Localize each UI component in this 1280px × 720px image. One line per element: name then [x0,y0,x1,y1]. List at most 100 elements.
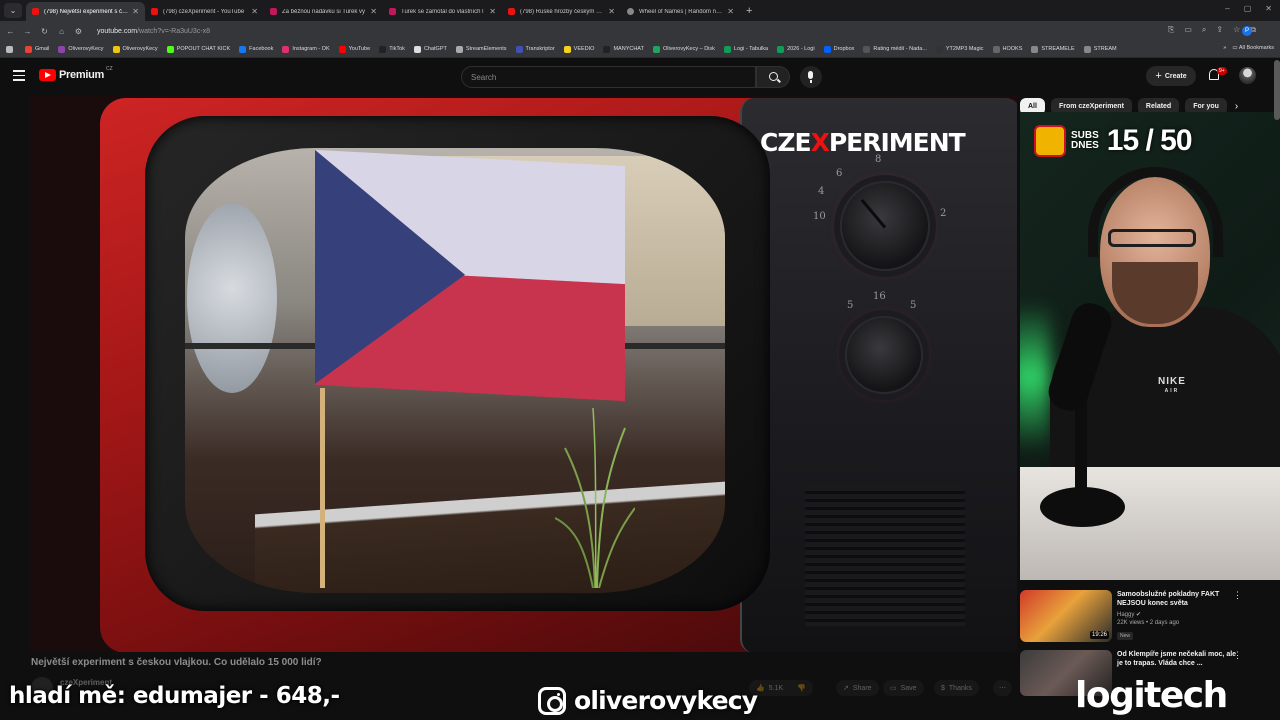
bookmark-item[interactable]: MANYCHAT [603,45,644,53]
volume-dial [845,316,923,394]
translate-icon[interactable]: ⎘ [1168,25,1174,35]
bookmark-item[interactable]: OliverovyKecy [58,45,104,53]
save-button[interactable]: ▭ Save [883,680,924,696]
browser-profile-avatar[interactable]: P [1242,26,1252,36]
chevron-right-icon[interactable]: › [1235,101,1238,112]
youtube-premium-logo[interactable]: Premium CZ [39,66,113,81]
bookmark-item[interactable]: Transkriptor [515,45,555,53]
tab-search-button[interactable]: ⌄ [4,3,22,18]
bookmark-item[interactable]: POPOUT CHAT KICK [166,45,230,53]
site-info-icon[interactable]: ⚙ [72,27,85,36]
video-title[interactable]: Samoobslužné pokladny FAKT NEJSOU konec … [1117,590,1241,609]
bookmark-label: Facebook [249,46,274,52]
bookmark-item[interactable]: Logi - Tabulka [723,45,768,53]
browser-tab[interactable]: (798) Největší experiment s čes ✕ [26,2,145,21]
more-icon[interactable]: ⋯ [993,680,1012,696]
shirt-logo: NIKE AIR [1158,376,1186,394]
video-title[interactable]: Od Klempíře jsme nečekali moc, ale je to… [1117,650,1241,669]
reload-icon[interactable]: ↻ [38,27,51,36]
browser-tab[interactable]: Turek se zamotal do vlastních l ✕ [383,2,502,21]
share-icon[interactable]: ⇪ [1216,25,1223,35]
instagram-handle: oliverovykecy [538,686,758,715]
video-player[interactable]: 8 6 4 2 10 5 16 5 CZEXPERIMENT [30,96,1017,652]
bookmark-label: STREAMELE [1041,46,1075,52]
close-window-button[interactable]: ✕ [1265,4,1272,13]
more-actions-icon[interactable]: ⋮ [1233,650,1242,661]
dial-number: 4 [818,186,825,197]
bookmark-item[interactable]: Instagram - OK [282,45,330,53]
bookmark-icon [777,45,785,53]
menu-icon[interactable] [13,70,25,84]
browser-tab[interactable]: (798) Ruské hrozby českým zbr ✕ [502,2,621,21]
bookmark-label: HOOKS [1002,46,1023,52]
zoom-icon[interactable]: ⌕ [1202,25,1206,35]
bookmark-item[interactable]: OliverovyKecy – Disk [652,45,715,53]
apps-icon[interactable] [6,45,16,53]
video-thumbnail[interactable]: 19:26 [1020,590,1112,642]
search-input[interactable]: Search [461,66,756,88]
bookmark-item[interactable]: HOOKS [992,45,1023,53]
bookmark-label: STREAM [1093,46,1117,52]
bookmark-icon [239,45,247,53]
close-tab-icon[interactable]: ✕ [489,7,496,16]
bookmark-icon [563,45,571,53]
bookmark-label: OliverovyKecy [68,46,104,52]
bookmark-item[interactable]: VEEDIO [563,45,594,53]
account-avatar[interactable] [1239,67,1256,84]
close-tab-icon[interactable]: ✕ [370,7,377,16]
bookmark-star-icon[interactable]: ☆ [1233,25,1240,35]
bookmark-item[interactable]: Rating médií - Nada... [863,45,927,53]
browser-tab[interactable]: (798) czeXperiment - YouTube ✕ [145,2,264,21]
bookmark-item[interactable]: STREAMELE [1031,45,1075,53]
bookmark-item[interactable]: TikTok [379,45,405,53]
page-scrollbar[interactable] [1274,60,1280,120]
voice-search-icon[interactable] [800,66,822,88]
channel-name[interactable]: Haggy ✔ [1117,611,1141,618]
bookmark-item[interactable]: OliverovyKecy [112,45,158,53]
close-tab-icon[interactable]: ✕ [608,7,615,16]
logo-country: CZ [105,66,113,72]
browser-tab[interactable]: Wheel of Names | Random nam ✕ [621,2,740,21]
like-button[interactable]: 👍 5.1K 👎 [749,680,813,696]
bookmark-item[interactable]: STREAM [1083,45,1117,53]
bookmark-item[interactable]: YouTube [338,45,370,53]
bookmark-item[interactable]: StreamElements [455,45,507,53]
minimize-button[interactable]: – [1225,4,1229,13]
thumbs-down-icon[interactable]: 👎 [797,684,806,692]
browser-tab-bar: ⌄ (798) Největší experiment s čes ✕ (798) … [0,0,1280,21]
all-bookmarks-link[interactable]: » ▭ All Bookmarks [1223,45,1274,51]
close-tab-icon[interactable]: ✕ [251,7,258,16]
bookmark-item[interactable]: Facebook [239,45,274,53]
seznam-icon [270,8,277,15]
bookmark-label: YT2MP3 Magic [945,46,984,52]
flag-pole [320,388,325,588]
bookmark-item[interactable]: ChatGPT [413,45,447,53]
maximize-button[interactable]: ▢ [1244,4,1252,13]
back-icon[interactable]: ← [4,27,17,36]
bookmark-item[interactable]: 2026 - Logi [777,45,815,53]
youtube-icon [32,8,39,15]
share-button[interactable]: ↗ Share [836,680,879,696]
cast-icon[interactable]: ▭ [1184,25,1192,35]
new-tab-button[interactable]: + [746,5,752,17]
url-field[interactable]: youtube.com/watch?v=-Ra3uU3c-x8 [97,28,210,35]
home-icon[interactable]: ⌂ [55,27,68,36]
bookmark-item[interactable]: Dropbox [823,45,854,53]
create-button[interactable]: + Create [1146,66,1196,86]
window-controls: – ▢ ✕ [1225,4,1272,13]
thanks-button[interactable]: $ Thanks [934,680,979,696]
more-actions-icon[interactable]: ⋮ [1233,590,1242,601]
bookmark-item[interactable]: Gmail [25,45,49,53]
recommendation-item[interactable]: 19:26 Samoobslužné pokladny FAKT NEJSOU … [1020,590,1250,644]
close-tab-icon[interactable]: ✕ [132,7,139,16]
bookmark-label: 2026 - Logi [787,46,815,52]
close-tab-icon[interactable]: ✕ [727,7,734,16]
share-arrow-icon: ↗ [843,685,849,692]
tab-label: (798) czeXperiment - YouTube [163,8,245,15]
search-button[interactable] [756,66,790,88]
bookmark-icon [603,45,611,53]
bookmark-item[interactable]: YT2MP3 Magic [935,45,984,53]
video-title-main: Největší experiment s českou vlajkou. Co… [31,657,322,668]
forward-icon[interactable]: → [21,27,34,36]
browser-tab[interactable]: Za běžnou nadávku si Turek vy ✕ [264,2,383,21]
